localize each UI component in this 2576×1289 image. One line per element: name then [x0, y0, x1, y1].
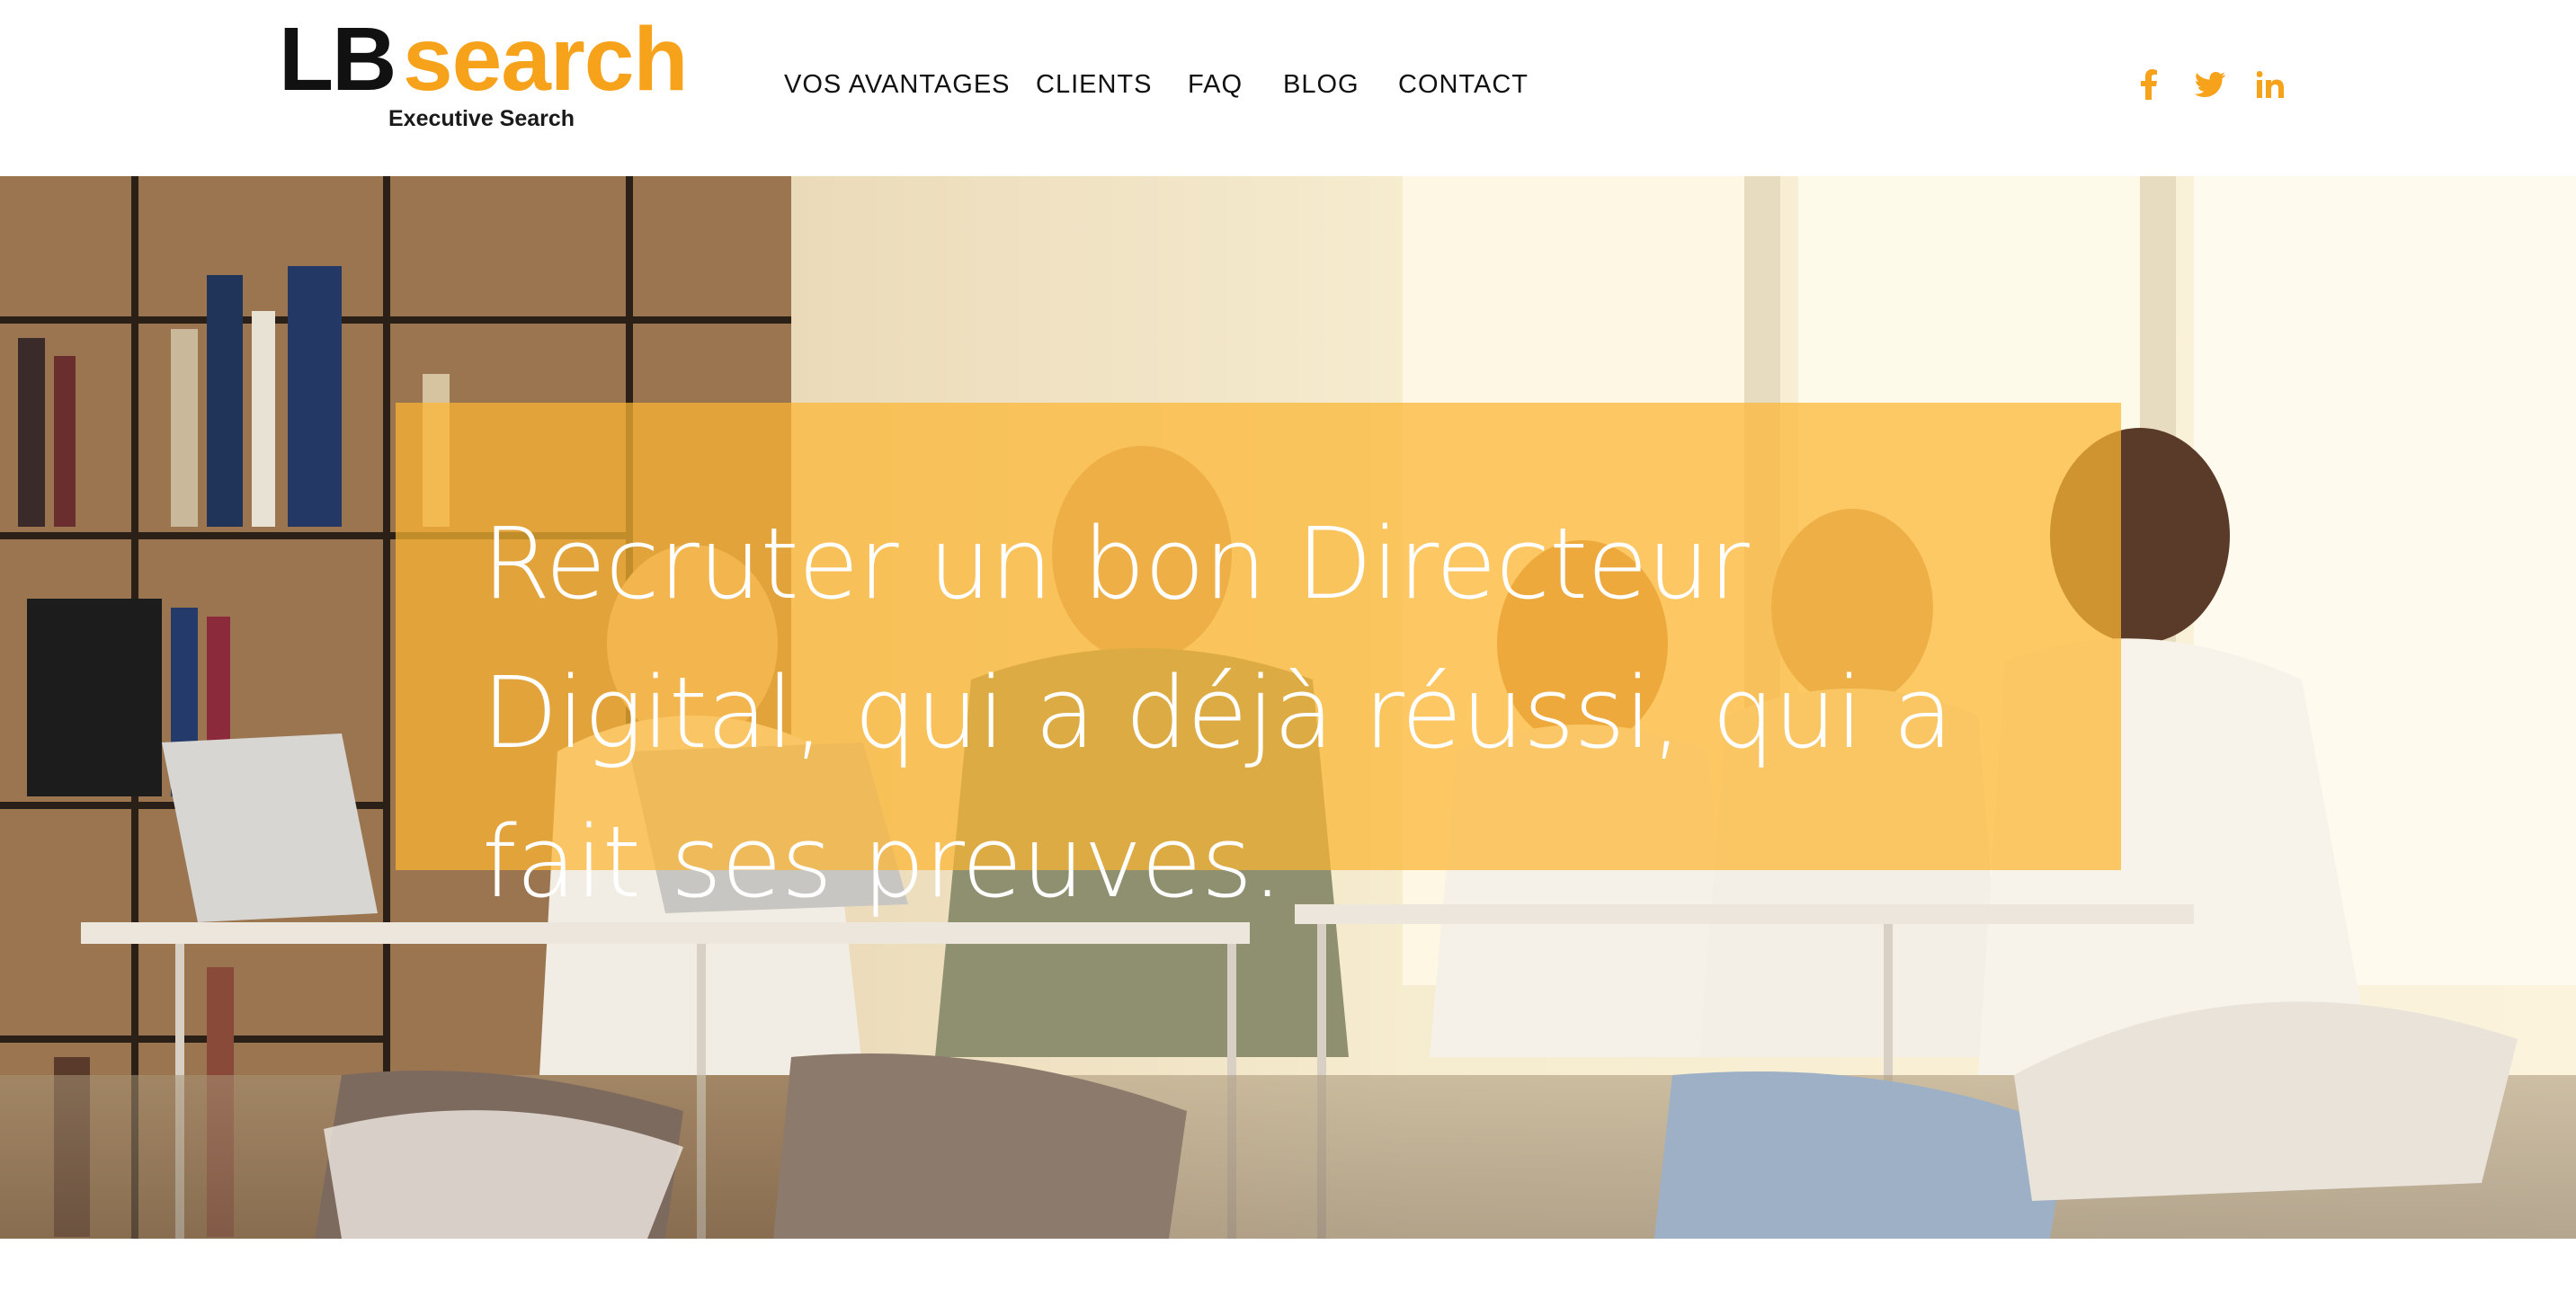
facebook-icon[interactable] [2131, 67, 2167, 102]
linkedin-icon[interactable] [2252, 67, 2288, 102]
nav-item-contact[interactable]: CONTACT [1398, 70, 1529, 100]
logo-subtitle: Executive Search [388, 106, 575, 131]
nav-item-faq[interactable]: FAQ [1188, 70, 1243, 100]
logo-lb-text: LB [279, 9, 397, 110]
nav-item-vos-avantages[interactable]: VOS AVANTAGES [784, 70, 1011, 100]
twitter-icon[interactable] [2192, 67, 2228, 102]
lb-search-logo[interactable]: LB search Executive Search [279, 14, 701, 135]
site-header: LB search Executive Search VOS AVANTAGES… [0, 0, 2576, 176]
hero-title: Recruter un bon Directeur Digital, qui a… [482, 506, 1954, 920]
logo-search-text: search [403, 9, 688, 110]
page-bottom-area [0, 1239, 2576, 1289]
hero-section: Recruter un bon Directeur Digital, qui a… [0, 176, 2576, 1239]
nav-item-clients[interactable]: CLIENTS [1036, 70, 1152, 100]
nav-item-blog[interactable]: BLOG [1283, 70, 1359, 100]
